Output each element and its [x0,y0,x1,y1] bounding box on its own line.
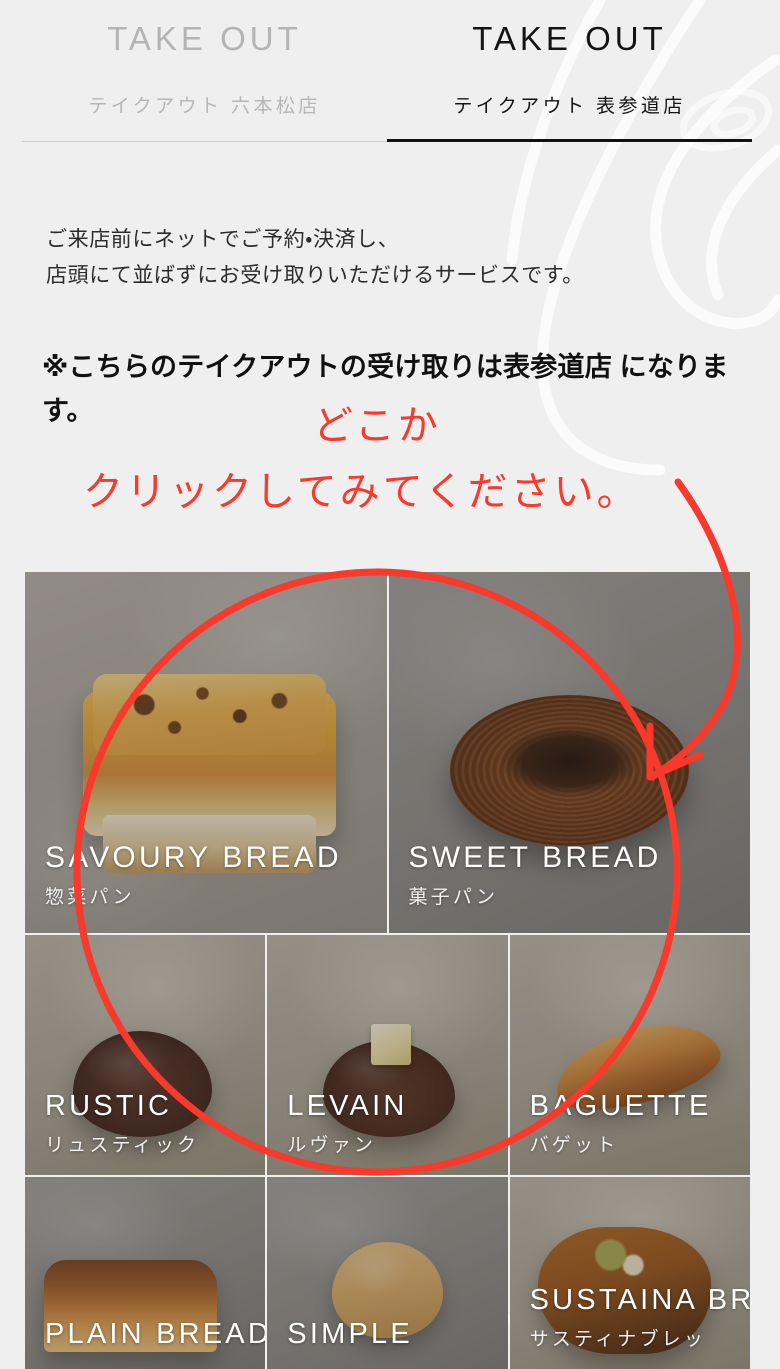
annotation-text-dokoka: どこか [313,404,441,448]
category-tile-plain-bread[interactable]: PLAIN BREAD [25,1177,266,1369]
category-name-ja: 惣菜パン [45,887,135,908]
category-name-en: LEVAIN [287,1089,408,1122]
notice-line-1: ※こちらのテイクアウトの受け取りは表参道店 [42,352,612,382]
category-name-en: SWEET BREAD [408,840,662,874]
lead-line-1: ご来店前にネットでご予約・決済し、 [46,228,400,251]
category-tile-sustaina-bread[interactable]: SUSTAINA BREAD サスティナブレッ [509,1177,750,1369]
category-row-3: PLAIN BREAD SIMPLE SUSTAINA BREAD [25,1177,750,1369]
category-name-en: RUSTIC [45,1089,173,1122]
category-grid: SAVOURY BREAD 惣菜パン SWEET BREAD 菓子パン RUST… [25,572,750,1369]
category-tile-rustic[interactable]: RUSTIC リュスティック [25,935,266,1175]
category-caption: PLAIN BREAD [45,1317,265,1351]
tab-title-en: TAKE OUT [107,20,302,57]
category-row-1: SAVOURY BREAD 惣菜パン SWEET BREAD 菓子パン [25,572,750,933]
category-tile-sweet-bread[interactable]: SWEET BREAD 菓子パン [388,572,750,933]
category-name-en: SUSTAINA BREAD [529,1283,750,1316]
tab-takeout-omotesando[interactable]: TAKE OUT テイクアウト 表参道店 [387,0,752,143]
annotation-text-click: クリックしてみてください。 [83,470,640,514]
takeout-page: TAKE OUT テイクアウト 六本松店 TAKE OUT テイクアウト 表参道… [0,0,780,1369]
category-tile-levain[interactable]: LEVAIN ルヴァン [267,935,508,1175]
lead-description: ご来店前にネットでご予約・決済し、 店頭にて並ばずにお受け取りいただけるサービス… [46,222,584,294]
tab-title-ja: テイクアウト 表参道店 [453,96,686,118]
category-caption: SUSTAINA BREAD サスティナブレッ [530,1283,750,1351]
category-name-en: PLAIN BREAD [45,1317,266,1350]
tab-title-en: TAKE OUT [472,20,667,57]
category-caption: BAGUETTE バゲット [530,1089,712,1157]
category-name-en: SAVOURY BREAD [45,840,342,874]
tab-takeout-ropponmatsu[interactable]: TAKE OUT テイクアウト 六本松店 [22,0,387,143]
category-name-en: SIMPLE [287,1317,413,1350]
category-caption: RUSTIC リュスティック [45,1089,199,1157]
category-tile-simple[interactable]: SIMPLE [267,1177,508,1369]
category-name-ja: リュスティック [45,1135,200,1156]
category-caption: SIMPLE [287,1317,413,1351]
category-tile-savoury-bread[interactable]: SAVOURY BREAD 惣菜パン [25,572,387,933]
category-name-ja: サスティナブレッ [529,1329,707,1350]
category-name-ja: ルヴァン [287,1135,377,1156]
store-tabs: TAKE OUT テイクアウト 六本松店 TAKE OUT テイクアウト 表参道… [22,0,752,143]
category-row-2: RUSTIC リュスティック LEVAIN ルヴァン BAGUETTE バゲット [25,935,750,1175]
lead-line-2: 店頭にて並ばずにお受け取りいただけるサービスです。 [46,264,584,288]
category-caption: SAVOURY BREAD 惣菜パン [45,840,342,909]
category-name-en: BAGUETTE [529,1089,712,1122]
category-caption: LEVAIN ルヴァン [287,1089,407,1157]
category-caption: SWEET BREAD 菓子パン [409,840,662,909]
category-tile-baguette[interactable]: BAGUETTE バゲット [509,935,750,1175]
category-name-ja: バゲット [529,1135,619,1156]
tab-underline-active [387,139,752,143]
tab-underline [22,141,387,143]
category-name-ja: 菓子パン [408,887,499,908]
tab-title-ja: テイクアウト 六本松店 [88,96,321,118]
